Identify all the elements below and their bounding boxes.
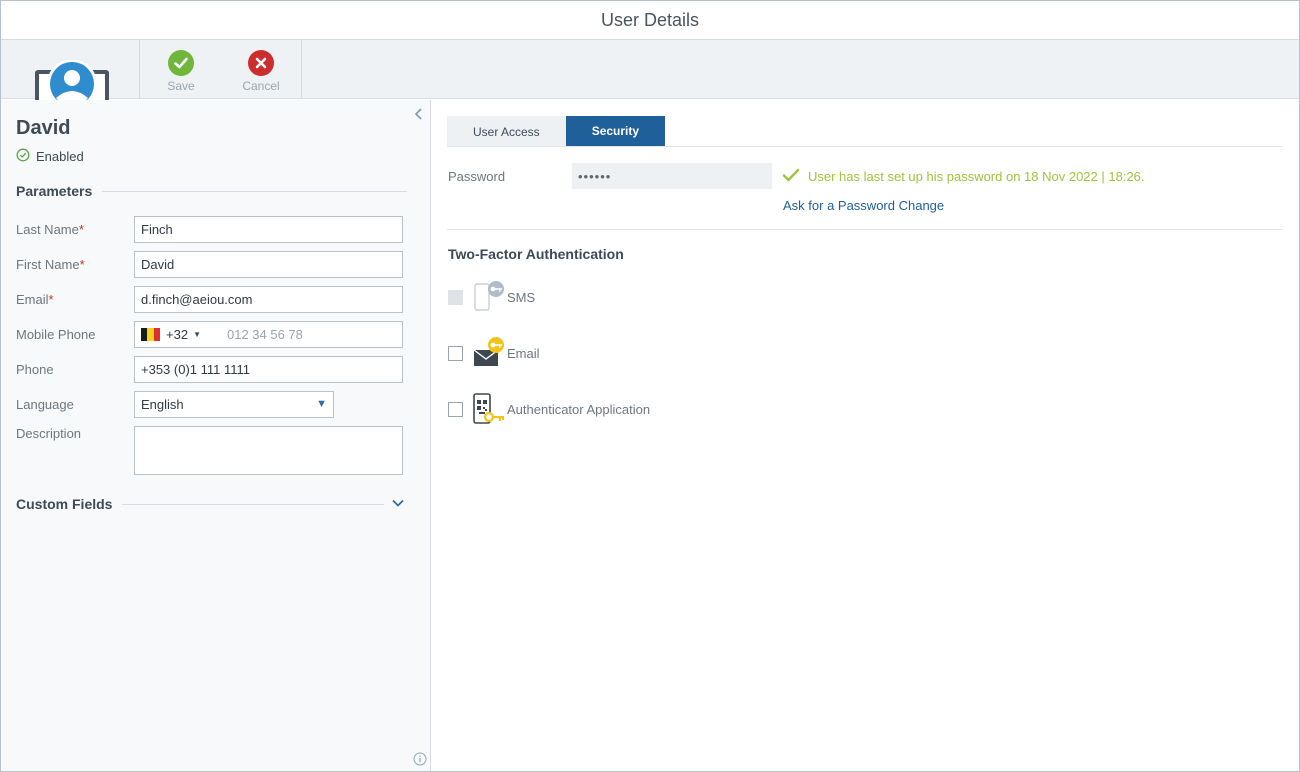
- status-text: Enabled: [36, 149, 84, 164]
- authenticator-label: Authenticator Application: [507, 401, 651, 417]
- toolbar-separator: [301, 40, 302, 99]
- security-panel: User Access Security Password •••••• Use…: [432, 100, 1299, 771]
- user-parameters-panel: David Enabled Parameters Last Name* Finc…: [1, 100, 431, 771]
- phone-key-icon: [472, 280, 506, 314]
- qr-phone-key-icon: [472, 392, 506, 426]
- phone-input[interactable]: +353 (0)1 111 1111: [134, 356, 403, 383]
- user-name: David: [16, 117, 71, 139]
- first-name-label: First Name*: [16, 257, 85, 272]
- password-status-text: User has last set up his password on 18 …: [808, 169, 1145, 184]
- divider: [447, 229, 1283, 230]
- password-field: ••••••: [572, 163, 772, 189]
- close-icon: [248, 50, 274, 76]
- cancel-button[interactable]: Cancel: [231, 50, 291, 96]
- status-badge: Enabled: [16, 148, 84, 165]
- caret-down-icon[interactable]: ▼: [193, 322, 201, 347]
- language-value: English: [141, 397, 184, 412]
- password-label: Password: [448, 169, 506, 184]
- parameters-heading-text: Parameters: [16, 183, 93, 199]
- last-name-input[interactable]: Finch: [134, 216, 403, 243]
- user-details-window: User Details Save Cancel David Enabled P…: [0, 0, 1300, 772]
- check-icon: [782, 168, 800, 185]
- description-label: Description: [16, 426, 82, 441]
- triangle-down-icon[interactable]: ▼: [316, 392, 327, 417]
- toolbar: Save Cancel: [1, 40, 1299, 124]
- country-code[interactable]: +32: [166, 322, 188, 347]
- tfa-option-email: Email: [448, 336, 540, 370]
- ask-password-change-link[interactable]: Ask for a Password Change: [783, 198, 944, 213]
- chevron-left-icon[interactable]: [414, 107, 424, 124]
- language-select[interactable]: English ▼: [134, 391, 334, 418]
- window-title: User Details: [1, 1, 1299, 40]
- first-name-input[interactable]: David: [134, 251, 403, 278]
- tab-security[interactable]: Security: [565, 116, 666, 146]
- first-name-label-text: First Name: [16, 257, 80, 272]
- phone-label: Phone: [16, 362, 54, 377]
- cancel-label: Cancel: [242, 79, 280, 93]
- chevron-down-icon[interactable]: [391, 496, 405, 511]
- sms-checkbox[interactable]: [448, 289, 463, 305]
- mobile-phone-label: Mobile Phone: [16, 327, 96, 342]
- email-option-label: Email: [507, 345, 540, 361]
- custom-fields-heading-text: Custom Fields: [16, 496, 113, 512]
- email-input[interactable]: d.finch@aeiou.com: [134, 286, 403, 313]
- divider: [122, 503, 385, 505]
- toolbar-separator: [139, 40, 140, 99]
- email-label: Email*: [16, 292, 54, 307]
- mobile-phone-input[interactable]: +32 ▼ 012 34 56 78: [134, 321, 403, 348]
- mobile-phone-placeholder[interactable]: 012 34 56 78: [227, 322, 303, 347]
- tfa-option-authenticator: Authenticator Application: [448, 392, 650, 426]
- tab-user-access[interactable]: User Access: [447, 116, 566, 146]
- last-name-label-text: Last Name: [16, 222, 79, 237]
- belgium-flag-icon[interactable]: [141, 328, 160, 341]
- required-mark: *: [48, 292, 54, 307]
- description-textarea[interactable]: [134, 426, 403, 475]
- email-checkbox[interactable]: [448, 345, 463, 361]
- check-icon: [168, 50, 194, 76]
- language-label: Language: [16, 397, 74, 412]
- divider: [102, 190, 408, 192]
- password-status: User has last set up his password on 18 …: [782, 168, 1145, 185]
- two-factor-heading: Two-Factor Authentication: [448, 246, 624, 262]
- sms-label: SMS: [507, 289, 536, 305]
- info-icon[interactable]: [413, 752, 427, 769]
- check-circle-icon: [16, 148, 30, 165]
- last-name-label: Last Name*: [16, 222, 84, 237]
- tfa-option-sms: SMS: [448, 280, 535, 314]
- authenticator-checkbox[interactable]: [448, 401, 463, 417]
- divider: [447, 146, 1283, 147]
- required-mark: *: [78, 222, 84, 237]
- save-label: Save: [167, 79, 195, 93]
- parameters-heading: Parameters: [16, 183, 408, 199]
- custom-fields-heading[interactable]: Custom Fields: [16, 496, 385, 512]
- required-mark: *: [79, 257, 85, 272]
- envelope-key-icon: [472, 336, 506, 370]
- email-label-text: Email: [16, 292, 49, 307]
- save-button[interactable]: Save: [151, 50, 211, 96]
- tab-bar: User Access Security: [447, 116, 666, 146]
